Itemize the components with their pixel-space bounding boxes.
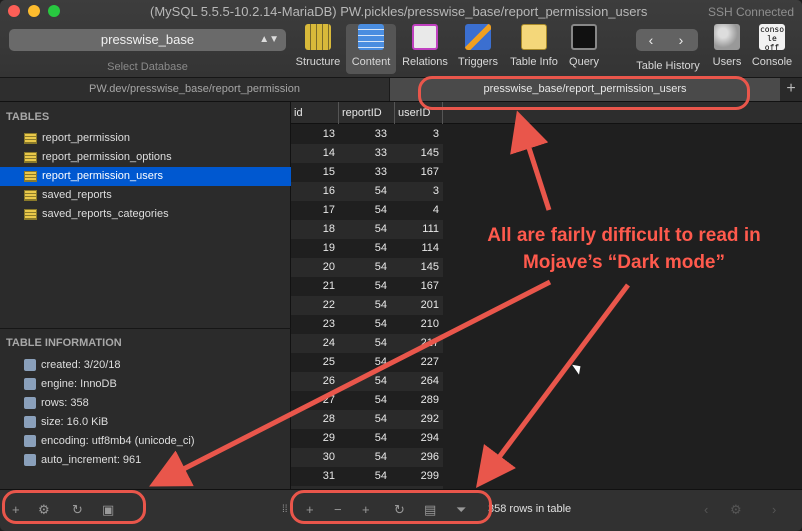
arrow-to-sidebar-buttons — [149, 279, 552, 487]
annotation-arrows — [149, 110, 631, 489]
arrow-to-tab — [510, 110, 552, 211]
arrow-to-grid-buttons — [476, 283, 631, 489]
app-window: (MySQL 5.5.5-10.2.14-MariaDB) PW.pickles… — [0, 0, 802, 531]
